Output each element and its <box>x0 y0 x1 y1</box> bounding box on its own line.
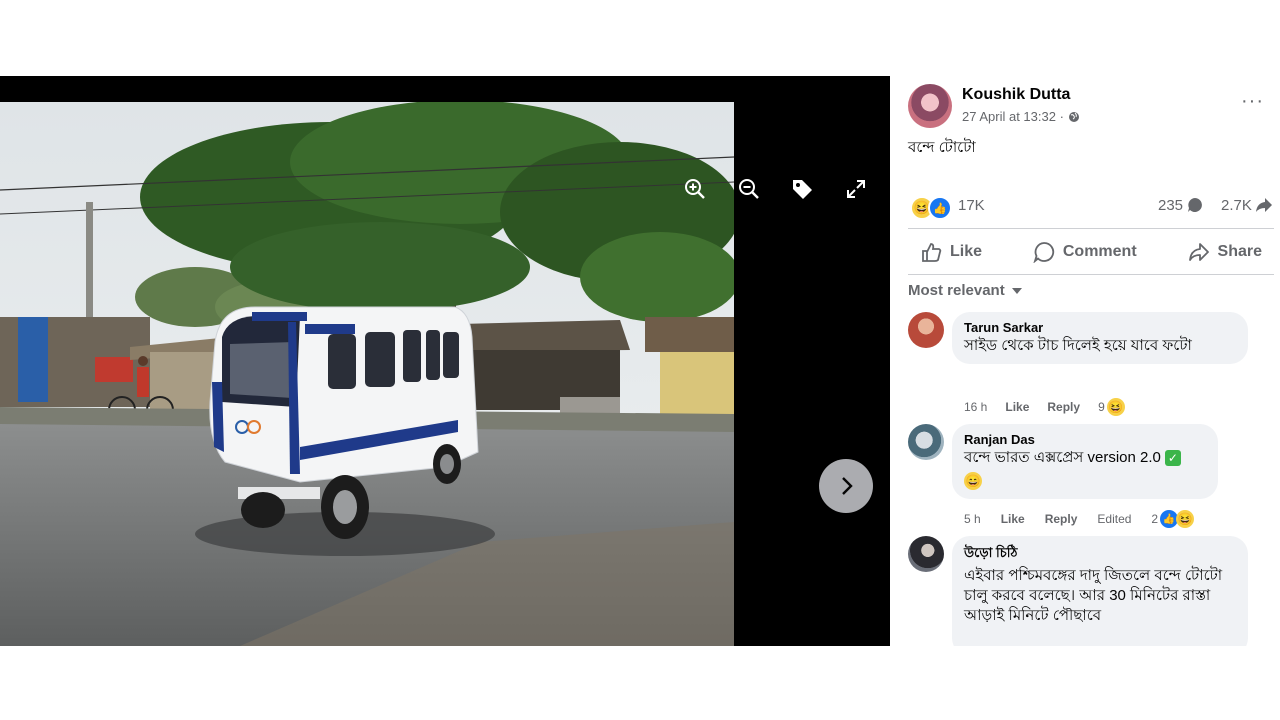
commenter-name[interactable]: Ranjan Das <box>964 432 1206 447</box>
comment-text-body: বন্দে ভারত এক্সপ্রেস version 2.0 <box>964 449 1161 466</box>
commenter-avatar[interactable] <box>908 424 944 460</box>
divider <box>908 274 1274 275</box>
chevron-right-icon <box>842 477 853 495</box>
share-button[interactable]: Share <box>1176 234 1274 270</box>
check-mark-icon: ✓ <box>1164 450 1181 467</box>
comment-count[interactable]: 235 <box>1158 196 1204 214</box>
reaction-count[interactable]: 17K <box>958 197 985 214</box>
author-avatar[interactable] <box>908 84 952 128</box>
post-photo[interactable] <box>0 102 734 646</box>
commenter-name[interactable]: উড়ো চিঠি <box>964 544 1236 565</box>
more-options-button[interactable]: ··· <box>1241 90 1264 113</box>
comment-reactions[interactable]: 2 👍 😆 <box>1151 510 1195 528</box>
comment-text: বন্দে ভারত এক্সপ্রেস version 2.0 ✓ 😄 <box>964 448 1206 491</box>
like-button[interactable]: Like <box>908 234 994 270</box>
comment-like-button[interactable]: Like <box>1001 512 1025 526</box>
comment-reply-button[interactable]: Reply <box>1047 400 1080 414</box>
comment-reply-button[interactable]: Reply <box>1045 512 1078 526</box>
share-icon <box>1188 243 1209 261</box>
comment-meta: 16 h Like Reply 9 😆 <box>964 398 1125 416</box>
post-panel: Koushik Dutta 27 April at 13:32 · ··· বন… <box>890 76 1280 646</box>
haha-reaction-icon: 😆 <box>1176 510 1195 528</box>
like-label: Like <box>950 243 983 260</box>
share-count[interactable]: 2.7K <box>1221 196 1273 214</box>
sort-label: Most relevant <box>908 282 1005 299</box>
comment-like-button[interactable]: Like <box>1005 400 1029 414</box>
haha-reaction-icon: 😆 <box>1106 398 1125 416</box>
comment-reactions[interactable]: 9 😆 <box>1098 398 1125 416</box>
share-count-text[interactable]: 2.7K <box>1221 197 1252 214</box>
comment-reaction-count: 9 <box>1098 400 1105 414</box>
comment-icon <box>1033 242 1054 263</box>
commenter-name[interactable]: Tarun Sarkar <box>964 320 1236 335</box>
globe-icon <box>1068 111 1079 122</box>
comment-text: সাইড থেকে টাচ দিলেই হয়ে যাবে ফটো <box>964 337 1192 354</box>
comment-bubble: Ranjan Das বন্দে ভারত এক্সপ্রেস version … <box>952 424 1218 499</box>
commenter-avatar[interactable] <box>908 312 944 348</box>
share-arrow-icon <box>1255 198 1272 212</box>
commenter-avatar[interactable] <box>908 536 944 572</box>
caret-down-icon <box>1011 287 1022 294</box>
comment-meta: 5 h Like Reply Edited 2 👍 😆 <box>964 510 1195 528</box>
comment-bubble: Tarun Sarkar সাইড থেকে টাচ দিলেই হয়ে যা… <box>952 312 1248 364</box>
share-label: Share <box>1217 243 1262 260</box>
zoom-in-icon[interactable] <box>682 176 708 202</box>
comment-bubble-icon <box>1188 198 1202 212</box>
reaction-icons: 😆 👍 <box>910 196 952 220</box>
comment-time[interactable]: 16 h <box>964 400 987 414</box>
toto-photo-illustration <box>0 102 734 646</box>
reactions-summary[interactable]: 😆 👍 17K 235 2.7K <box>908 194 1274 220</box>
zoom-out-icon[interactable] <box>736 176 762 202</box>
author-name[interactable]: Koushik Dutta <box>962 86 1070 104</box>
edited-label[interactable]: Edited <box>1097 512 1131 526</box>
grinning-emoji-icon: 😄 <box>964 472 982 490</box>
fullscreen-icon[interactable] <box>843 176 869 202</box>
tag-icon[interactable] <box>789 176 815 202</box>
like-reaction-icon: 👍 <box>928 196 952 220</box>
comment-sort-dropdown[interactable]: Most relevant <box>908 282 1023 299</box>
comment-label: Comment <box>1062 243 1137 260</box>
comment-button[interactable]: Comment <box>1021 234 1149 270</box>
divider <box>908 228 1274 229</box>
comment-bubble: উড়ো চিঠি এইবার পশ্চিমবঙ্গের দাদু জিতলে … <box>952 536 1248 646</box>
like-icon <box>922 243 942 262</box>
comment-text: এইবার পশ্চিমবঙ্গের দাদু জিতলে বন্দে টোটো… <box>964 567 1223 624</box>
timestamp-text[interactable]: 27 April at 13:32 · <box>962 109 1064 124</box>
post-timestamp[interactable]: 27 April at 13:32 · <box>962 109 1080 124</box>
comment-reaction-count: 2 <box>1151 512 1159 526</box>
post-actions: Like Comment Share <box>908 234 1274 270</box>
post-caption: বন্দে টোটো <box>908 139 976 156</box>
photo-viewer <box>0 76 890 646</box>
comment-time[interactable]: 5 h <box>964 512 981 526</box>
comment-count-text[interactable]: 235 <box>1158 197 1183 214</box>
next-photo-button[interactable] <box>819 459 873 513</box>
